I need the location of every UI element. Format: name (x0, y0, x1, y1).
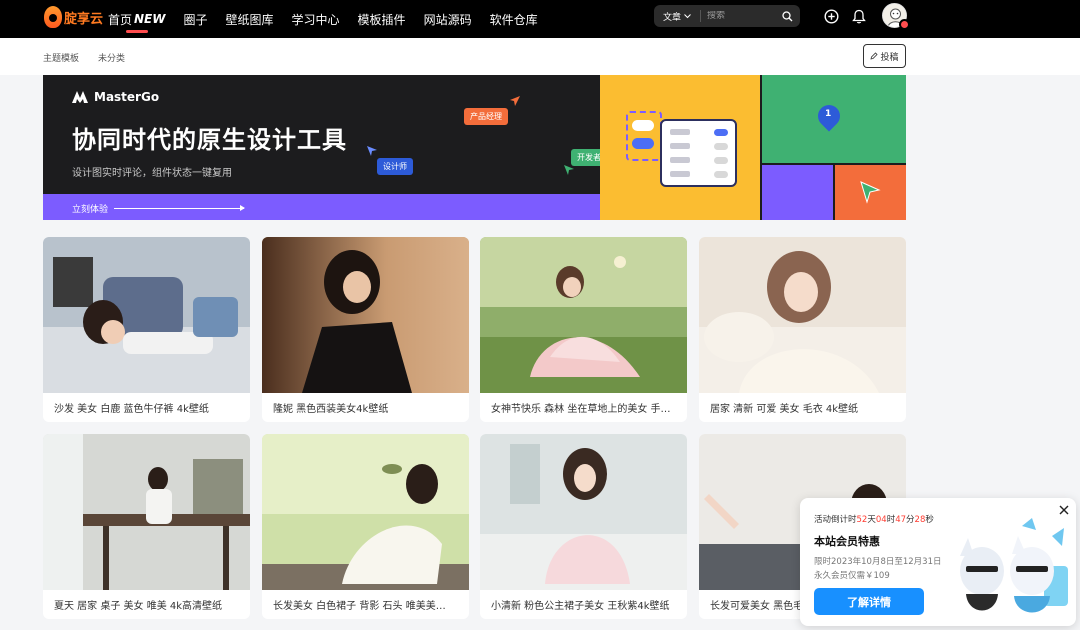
countdown-prefix: 活动倒计时 (814, 515, 857, 525)
map-pin-number: 1 (825, 109, 832, 119)
banner-cta-label: 立刻体验 (72, 205, 109, 215)
nav-templates[interactable]: 模板插件 (358, 0, 406, 38)
wallpaper-thumbnail (699, 237, 906, 393)
cursor-arrow-icon (860, 181, 881, 204)
subnav-uncategorized[interactable]: 未分类 (98, 51, 125, 64)
post-button-label: 投稿 (880, 52, 899, 63)
nav-home[interactable]: 首页 NEW (108, 0, 166, 38)
banner-subtitle: 设计图实时评论，组件状态一键复用 (72, 168, 232, 179)
wallpaper-thumbnail (262, 237, 469, 393)
logo-text: 腚享云 (64, 11, 104, 27)
card-title: 沙发 美女 白鹿 蓝色牛仔裤 4k壁纸 (54, 404, 209, 415)
site-logo[interactable]: 腚享云 (44, 6, 103, 28)
notification-dot-icon (899, 19, 910, 30)
banner-brand: MasterGo (72, 90, 159, 104)
cursor-arrow-icon (510, 96, 520, 106)
countdown-timer: 活动倒计时52天04时47分28秒 (814, 513, 934, 525)
pen-icon (870, 52, 879, 60)
sub-navbar: 主题模板 未分类 投稿 (0, 38, 1080, 75)
post-button[interactable]: 投稿 (863, 44, 906, 68)
cursor-arrow-icon (564, 165, 574, 175)
wallpaper-card[interactable]: 女神节快乐 森林 坐在草地上的美女 手… (480, 237, 687, 422)
mock-row (670, 129, 690, 135)
promo-period: 限时2023年10月8日至12月31日 (814, 557, 942, 567)
countdown-seconds-unit: 秒 (925, 515, 934, 525)
card-title: 夏天 居家 桌子 美女 唯美 4k高清壁纸 (54, 601, 223, 612)
subnav-theme-templates[interactable]: 主题模板 (43, 51, 79, 64)
settings-mock-card (660, 119, 737, 187)
nav-source-code[interactable]: 网站源码 (424, 0, 472, 38)
search-bar: 文章 (654, 5, 800, 27)
tag-product-manager: 产品经理 (464, 108, 508, 125)
wallpaper-thumbnail (43, 237, 250, 393)
wallpaper-card[interactable]: 居家 清新 可爱 美女 毛衣 4k壁纸 (699, 237, 906, 422)
toggle-mock (632, 138, 654, 149)
mock-toggle (714, 157, 728, 164)
countdown-seconds: 28 (914, 515, 926, 525)
banner-brand-text: MasterGo (94, 90, 160, 104)
close-icon[interactable] (1057, 503, 1071, 517)
wallpaper-thumbnail (480, 237, 687, 393)
card-title: 长发美女 白色裙子 背影 石头 唯美美… (273, 601, 446, 612)
plus-circle-icon[interactable] (822, 7, 840, 25)
card-title: 隆妮 黑色西装美女4k壁纸 (273, 404, 389, 415)
mock-row (670, 143, 690, 149)
tag-designer: 设计师 (377, 158, 413, 175)
mastergo-logo-icon (72, 91, 88, 103)
learn-more-button[interactable]: 了解详情 (814, 588, 924, 615)
arrow-right-icon (114, 205, 246, 211)
countdown-minutes: 47 (895, 515, 907, 525)
search-input[interactable] (701, 11, 779, 21)
nav-circle[interactable]: 圈子 (184, 0, 208, 38)
wallpaper-card[interactable]: 小清新 粉色公主裙子美女 王秋紫4k壁纸 (480, 434, 687, 619)
logo-mark-icon (44, 6, 62, 28)
wallpaper-card[interactable]: 沙发 美女 白鹿 蓝色牛仔裤 4k壁纸 (43, 237, 250, 422)
mock-row (670, 171, 690, 177)
countdown-days-unit: 天 (867, 515, 876, 525)
countdown-hours-unit: 时 (886, 515, 896, 525)
search-type-label: 文章 (663, 12, 682, 23)
promo-banner[interactable]: MasterGo 协同时代的原生设计工具 设计图实时评论，组件状态一键复用 立刻… (43, 75, 906, 220)
banner-title: 协同时代的原生设计工具 (72, 126, 347, 154)
mock-toggle (714, 129, 728, 136)
cursor-arrow-icon (367, 146, 377, 156)
nav-learning[interactable]: 学习中心 (292, 0, 340, 38)
search-type-select[interactable]: 文章 (654, 10, 700, 23)
chevron-down-icon (684, 13, 691, 18)
wallpaper-card[interactable]: 隆妮 黑色西装美女4k壁纸 (262, 237, 469, 422)
banner-purple-panel (762, 165, 833, 220)
mascot-illustration (960, 518, 1068, 613)
mock-toggle (714, 143, 728, 150)
countdown-days: 52 (856, 515, 868, 525)
toggle-mock (632, 120, 654, 131)
countdown-hours: 04 (875, 515, 887, 525)
wallpaper-thumbnail (43, 434, 250, 590)
nav-home-label: 首页 (108, 12, 133, 27)
wallpaper-thumbnail (480, 434, 687, 590)
mock-toggle (714, 171, 728, 178)
dashed-selection-box (626, 111, 662, 161)
mock-row (670, 157, 690, 163)
wallpaper-card[interactable]: 夏天 居家 桌子 美女 唯美 4k高清壁纸 (43, 434, 250, 619)
nav-software[interactable]: 软件仓库 (490, 0, 538, 38)
card-title: 小清新 粉色公主裙子美女 王秋紫4k壁纸 (491, 601, 670, 612)
wallpaper-thumbnail (262, 434, 469, 590)
membership-promo-popup: 活动倒计时52天04时47分28秒 本站会员特惠 限时2023年10月8日至12… (800, 498, 1076, 626)
wallpaper-card[interactable]: 长发美女 白色裙子 背影 石头 唯美美… (262, 434, 469, 619)
card-title: 女神节快乐 森林 坐在草地上的美女 手… (491, 404, 671, 415)
search-icon[interactable] (779, 8, 795, 24)
banner-cta[interactable]: 立刻体验 (72, 202, 246, 215)
main-nav: 首页 NEW 圈子 壁纸图库 学习中心 模板插件 网站源码 软件仓库 (108, 0, 556, 38)
promo-price: 永久会员仅需￥109 (814, 571, 890, 581)
bell-icon[interactable] (850, 7, 868, 25)
top-navbar: 腚享云 首页 NEW 圈子 壁纸图库 学习中心 模板插件 网站源码 软件仓库 (0, 0, 1080, 38)
countdown-minutes-unit: 分 (906, 515, 915, 525)
card-title: 居家 清新 可爱 美女 毛衣 4k壁纸 (710, 404, 859, 415)
nav-wallpapers[interactable]: 壁纸图库 (226, 0, 274, 38)
promo-title: 本站会员特惠 (814, 535, 880, 548)
nav-new-badge: NEW (134, 12, 166, 26)
